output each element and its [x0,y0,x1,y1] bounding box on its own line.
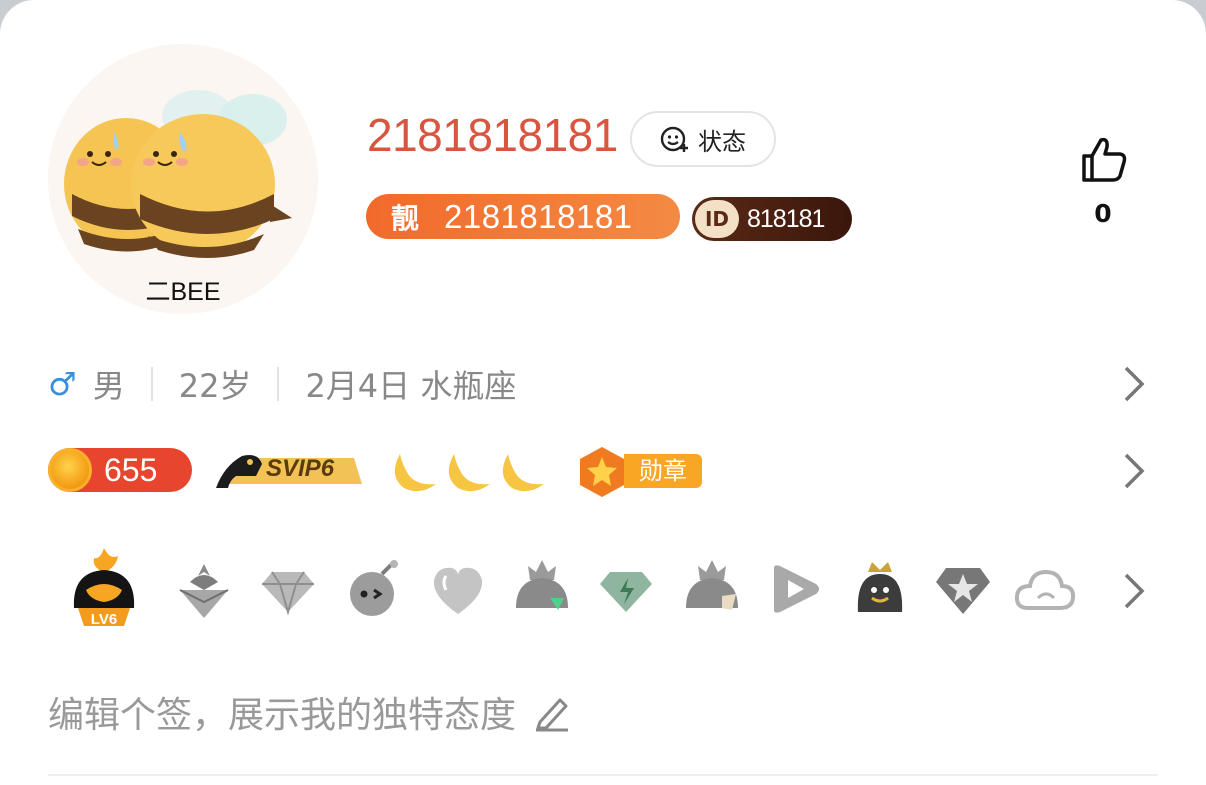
chevron-right-icon[interactable] [1118,364,1148,404]
bomb-icon[interactable] [346,558,402,618]
moon-badges[interactable] [386,446,556,500]
age-text: 22岁 [178,367,252,405]
section-divider [48,774,1158,776]
id-number: 818181 [747,204,825,233]
status-label: 状态 [698,127,746,156]
medal-label: 勋章 [624,454,702,488]
divider [277,367,280,401]
cloud-icon[interactable] [1014,568,1076,614]
qq-level-badge[interactable]: 655 [48,448,192,492]
flame-diamond-icon[interactable] [176,562,232,622]
lv-label: LV6 [91,611,117,628]
divider [150,367,153,401]
moon-icons [394,454,544,492]
svip-label: SVIP6 [266,455,335,482]
chevron-right-icon[interactable] [1118,571,1148,611]
male-icon: ♂ [48,365,77,403]
profile-card: 二BEE 2181818181 状态 靓 2181818181 ID 81818… [0,0,1206,785]
avatar[interactable]: 二BEE [48,44,318,314]
hat-ribbon-icon[interactable] [682,558,742,618]
basic-info-row[interactable]: ♂ 男 22岁 2月4日 水瓶座 [48,358,516,410]
svip-badge[interactable]: SVIP6 [216,450,364,490]
signature-editor[interactable]: 编辑个签，展示我的独特态度 [48,686,572,738]
diamond-icon[interactable] [260,568,316,616]
level-value: 655 [104,451,158,488]
star-medal-icon [580,447,624,497]
video-play-icon[interactable] [766,562,824,616]
privilege-icon-row[interactable]: LV6 [48,546,1108,636]
pretty-number-badge[interactable]: 靓 2181818181 [366,194,680,239]
gender-text: 男 [92,367,125,405]
qq-lv6-icon[interactable]: LV6 [64,546,144,634]
star-diamond-icon[interactable] [934,564,992,618]
chevron-right-icon[interactable] [1118,451,1148,491]
hat-icon[interactable] [512,558,572,618]
id-badge[interactable]: ID 818181 [692,197,852,241]
green-diamond-icon[interactable] [598,568,654,616]
thumbs-up-icon[interactable] [1078,134,1130,186]
crown-penguin-icon[interactable] [852,558,908,618]
like-count: 0 [1094,199,1112,228]
pretty-number: 2181818181 [444,197,633,235]
pencil-icon[interactable] [532,692,572,732]
bee-avatar-image [64,90,292,258]
id-icon: ID [695,200,739,238]
sun-coin-icon [48,448,92,492]
avatar-caption: 二BEE [145,278,221,306]
pretty-tag: 靓 [390,201,419,235]
nickname: 2181818181 [367,109,618,161]
status-button[interactable]: 状态 [630,111,776,167]
birthday-text: 2月4日 水瓶座 [305,367,517,405]
signature-placeholder: 编辑个签，展示我的独特态度 [48,695,517,736]
smile-add-icon [660,126,688,152]
medal-badge[interactable]: 勋章 [576,446,706,497]
heart-icon[interactable] [430,562,486,618]
